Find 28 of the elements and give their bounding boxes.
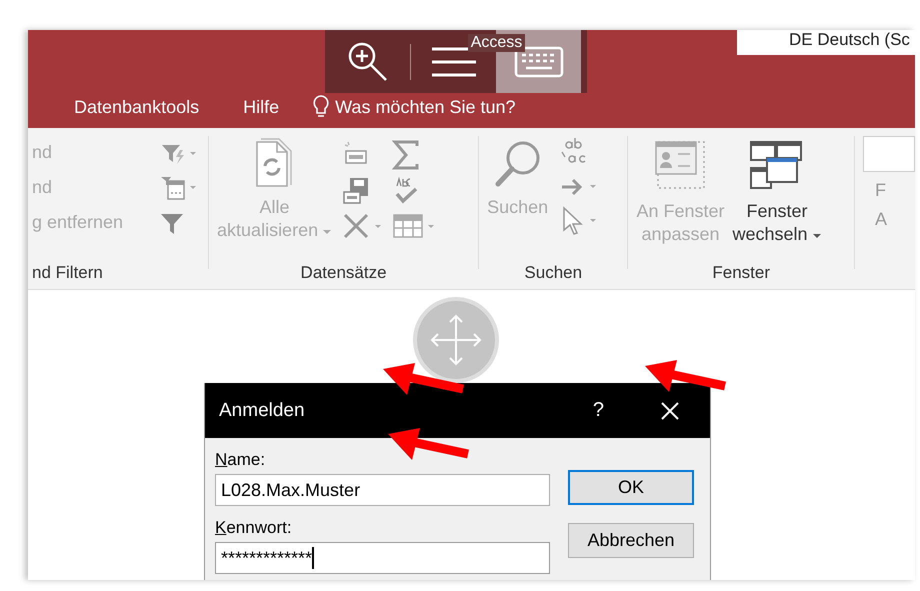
filter-icon[interactable] bbox=[160, 212, 184, 236]
ribbon-tab[interactable]: Datenbanktools bbox=[64, 92, 210, 122]
window-command-button[interactable]: Fenster wechseln bbox=[728, 136, 826, 263]
input-field[interactable]: L028.Max.Muster bbox=[215, 474, 550, 506]
new-record-icon[interactable] bbox=[342, 140, 368, 166]
keyboard-icon bbox=[514, 46, 564, 78]
close-icon[interactable] bbox=[660, 400, 680, 420]
tell-me-search[interactable]: Was möchten Sie tun? bbox=[335, 96, 516, 118]
font-field[interactable] bbox=[862, 136, 915, 172]
dialog-button[interactable]: Abbrechen bbox=[568, 523, 694, 558]
sigma-icon[interactable] bbox=[392, 140, 420, 170]
group-label: Datensätze bbox=[300, 263, 388, 283]
caret-icon bbox=[322, 228, 332, 236]
window-title: Access bbox=[468, 34, 526, 52]
table-icon[interactable] bbox=[392, 212, 436, 240]
field-label: Name: bbox=[215, 450, 266, 470]
input-field[interactable]: ************* bbox=[215, 542, 550, 574]
field-label: Kennwort: bbox=[215, 518, 293, 538]
caret-icon bbox=[812, 232, 822, 240]
lightbulb-icon bbox=[313, 95, 330, 119]
dialog-title: Anmelden bbox=[219, 400, 306, 422]
save-record-icon[interactable] bbox=[342, 176, 370, 206]
group-label: Suchen bbox=[523, 263, 584, 283]
group-label: nd Filtern bbox=[32, 263, 104, 283]
ribbon-tab[interactable]: Hilfe bbox=[233, 92, 290, 122]
dialog-button[interactable]: OK bbox=[568, 470, 694, 505]
help-button[interactable]: ? bbox=[586, 398, 610, 423]
group-label: Fenster bbox=[711, 263, 772, 283]
